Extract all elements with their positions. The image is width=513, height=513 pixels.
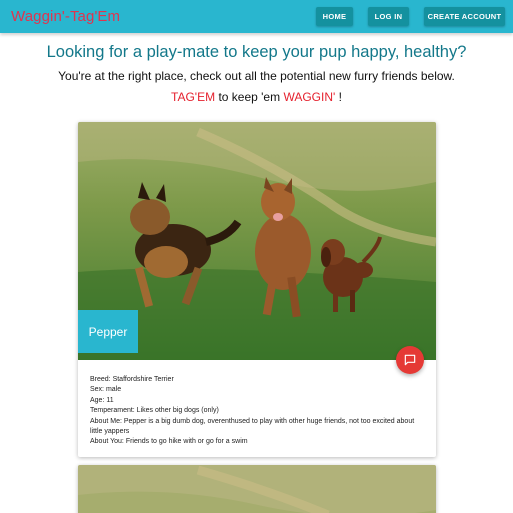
tagline-tagem: TAG'EM	[171, 90, 216, 104]
page-headline: Looking for a play-mate to keep your pup…	[46, 43, 467, 61]
dog-temperament: Temperament: Likes other big dogs (only)	[90, 407, 219, 415]
dog-card	[78, 465, 436, 513]
dog-breed: Breed: Staffordshire Terrier	[90, 376, 174, 383]
dog-photo-image	[78, 465, 436, 513]
dog-age: Age: 11	[90, 396, 114, 404]
dog-details: Breed: Staffordshire Terrier Sex: male A…	[90, 375, 426, 448]
dog-name-tag: Pepper	[78, 310, 138, 353]
dog-card: Pepper Breed: Staffordshire Terrier Sex:…	[78, 122, 436, 457]
chat-button[interactable]	[396, 346, 424, 374]
dog-photo	[78, 465, 436, 513]
dog-about-you: About You: Friends to go hike with or go…	[90, 438, 248, 446]
tagline-middle: to keep 'em	[215, 90, 284, 104]
login-button[interactable]: LOG IN	[368, 7, 409, 26]
dog-about-me: About Me: Pepper is a big dumb dog, over…	[90, 417, 415, 436]
tagline-waggin: WAGGIN'	[283, 90, 336, 104]
chat-bubble-icon	[404, 354, 416, 366]
create-account-button[interactable]: CREATE ACCOUNT	[424, 7, 505, 26]
home-button[interactable]: HOME	[316, 7, 353, 26]
page-subline: You're at the right place, check out all…	[58, 69, 455, 83]
tagline-end: !	[335, 90, 342, 104]
tagline: TAG'EM to keep 'em WAGGIN' !	[0, 90, 513, 104]
dog-sex: Sex: male	[90, 386, 122, 394]
brand-logo[interactable]: Waggin'-Tag'Em	[11, 8, 120, 25]
navbar: Waggin'-Tag'Em HOME LOG IN CREATE ACCOUN…	[0, 0, 513, 33]
